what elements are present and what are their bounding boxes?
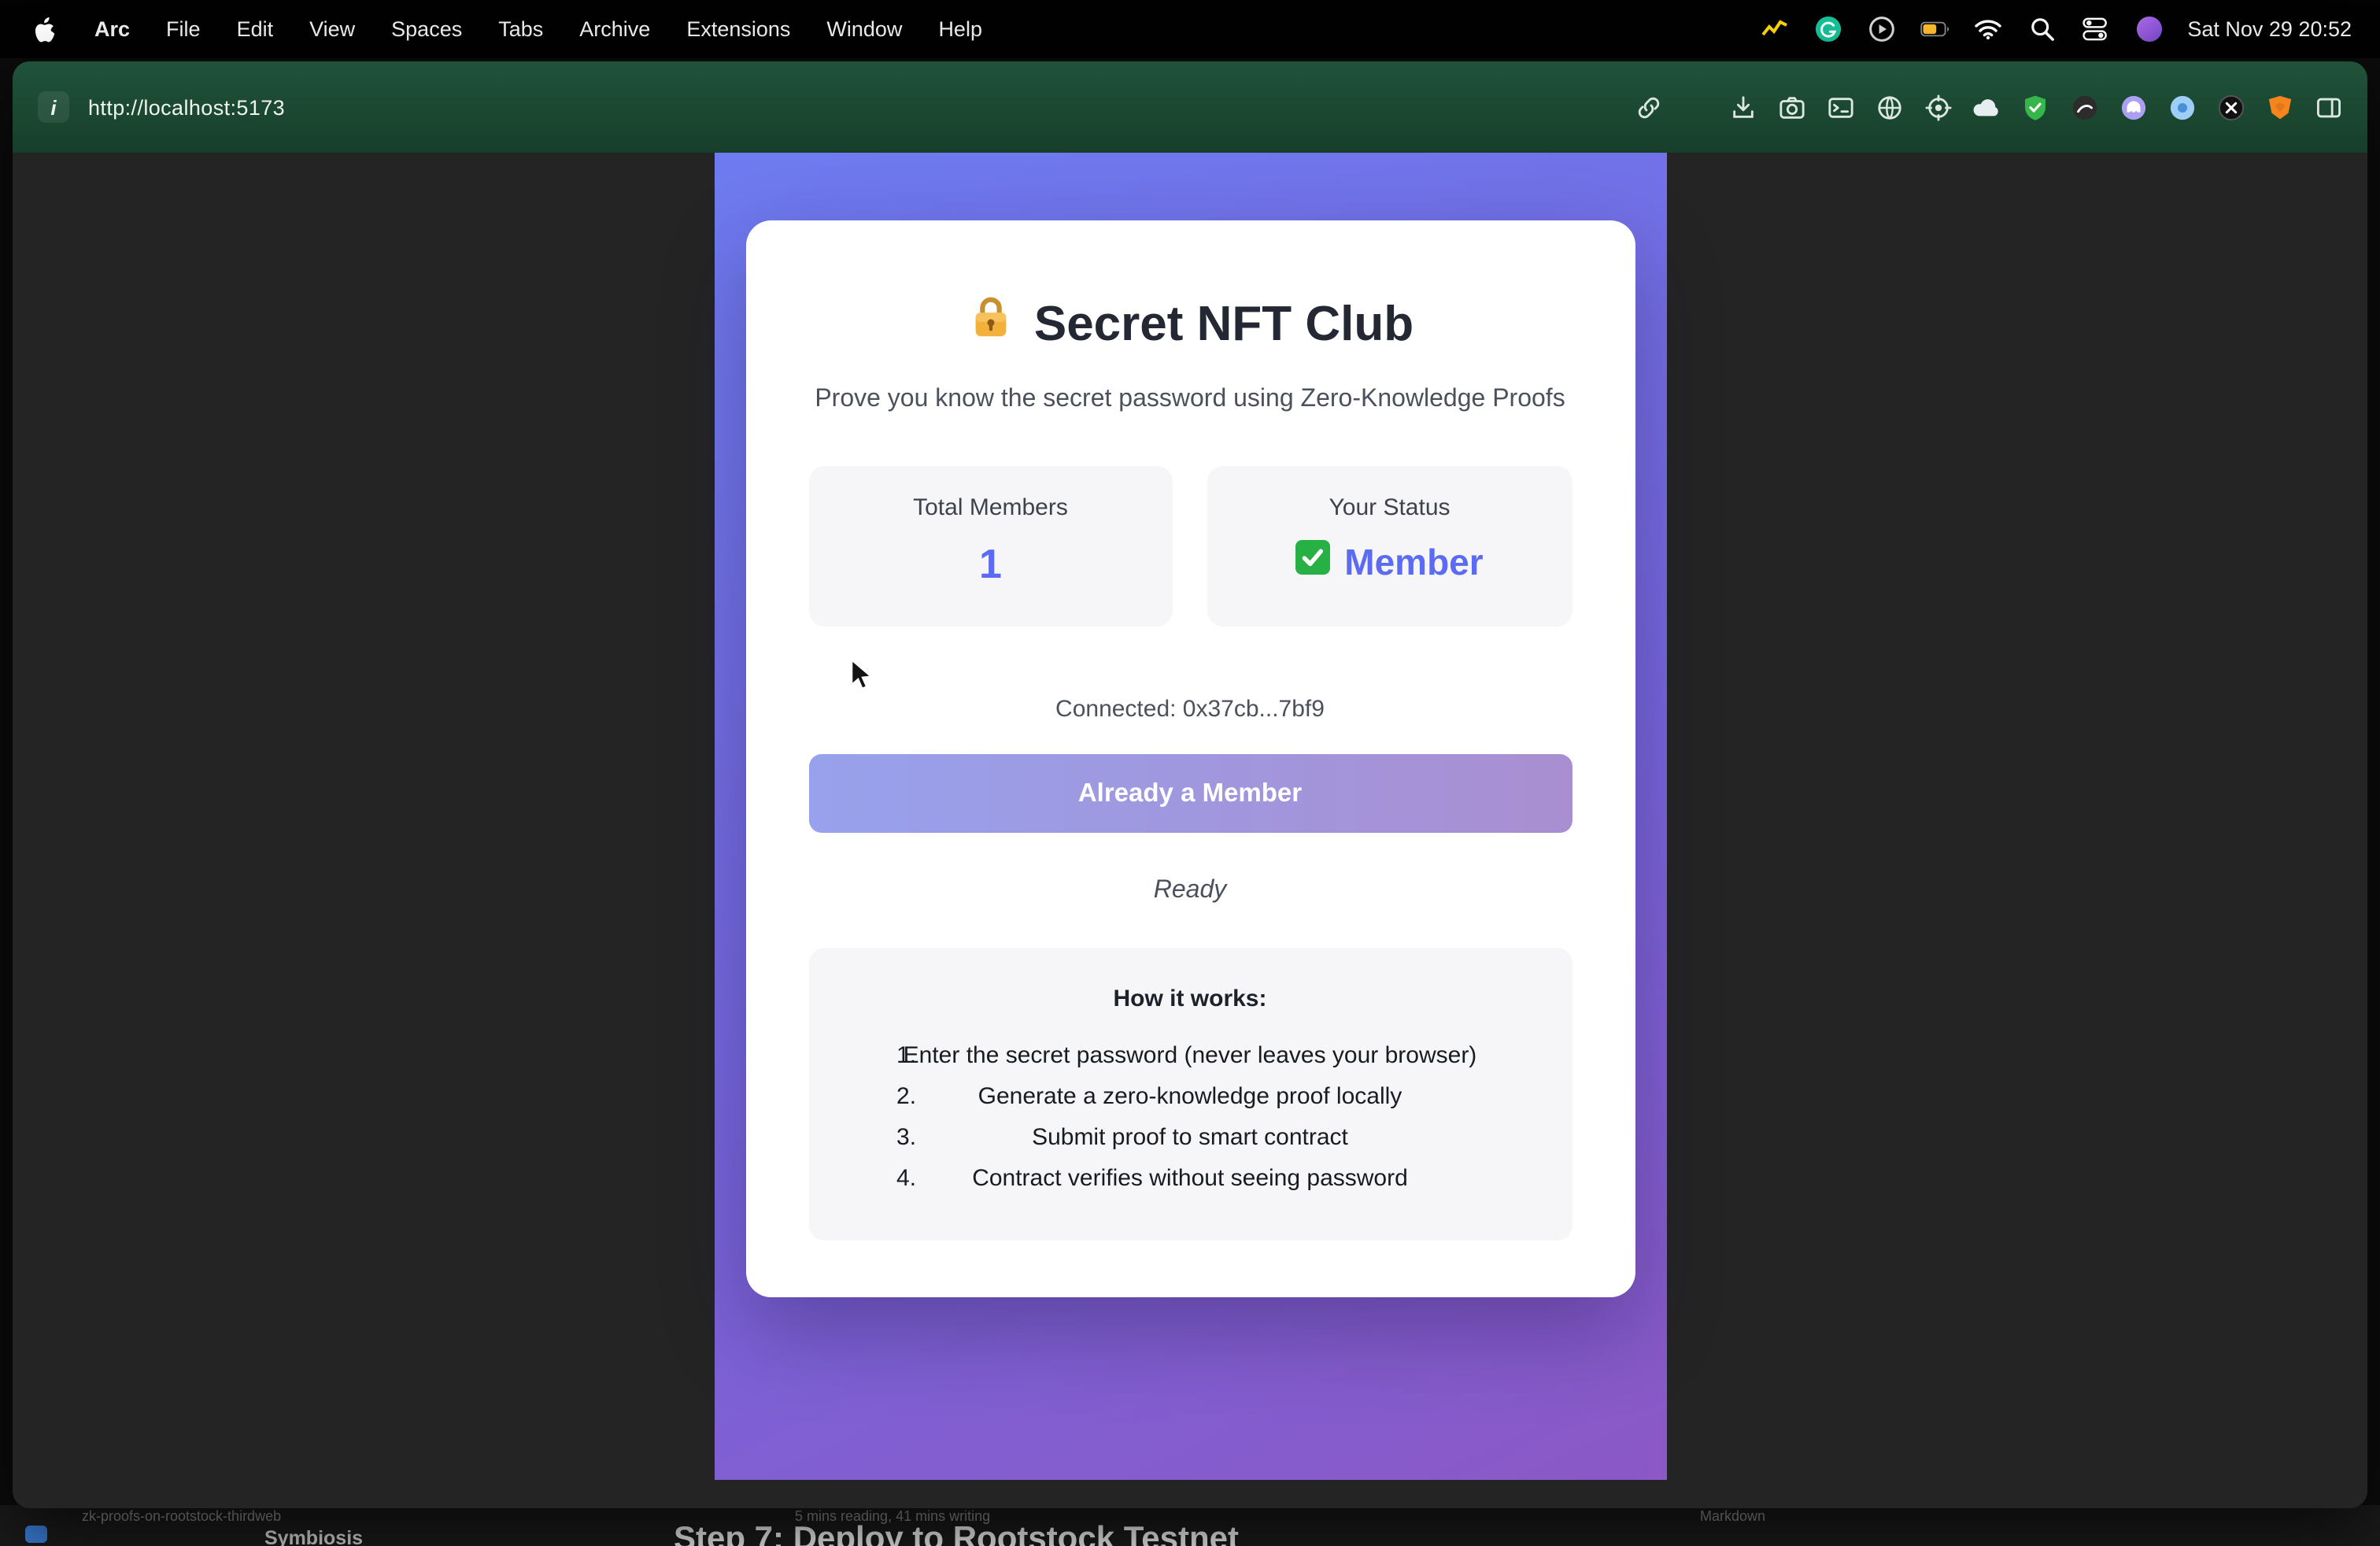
camera-icon[interactable]: [1777, 93, 1805, 121]
stat-label: Your Status: [1220, 494, 1559, 521]
total-members-value: 1: [821, 540, 1160, 589]
cloud-icon[interactable]: [1972, 93, 2001, 121]
list-item: Contract verifies without seeing passwor…: [837, 1159, 1543, 1200]
menu-item-window[interactable]: Window: [826, 17, 902, 41]
connected-wallet-text: Connected: 0x37cb...7bf9: [808, 696, 1572, 723]
target-icon[interactable]: [1924, 93, 1952, 121]
total-members-stat: Total Members 1: [808, 466, 1173, 627]
page-title: Secret NFT Club: [808, 293, 1572, 354]
link-icon[interactable]: [1634, 93, 1662, 121]
background-window[interactable]: zk-proofs-on-rootstock-thirdweb 5 mins r…: [0, 1505, 2380, 1546]
menu-item-file[interactable]: File: [166, 17, 201, 41]
menu-item-view[interactable]: View: [309, 17, 355, 41]
your-status-stat: Your Status Member: [1207, 466, 1572, 627]
background-tab-label[interactable]: Symbiosis: [264, 1527, 363, 1546]
status-fragment: Markdown: [1700, 1508, 1765, 1524]
document-icon: [25, 1526, 47, 1543]
desktop: zk-proofs-on-rootstock-thirdweb 5 mins r…: [0, 58, 2380, 1546]
member-status-text: Member: [1344, 541, 1483, 583]
page-subtitle: Prove you know the secret password using…: [808, 386, 1572, 414]
stats-row: Total Members 1 Your Status Member: [808, 466, 1572, 627]
browser-viewport: Secret NFT Club Prove you know the secre…: [13, 153, 2367, 1508]
macos-menu-bar: Arc File Edit View Spaces Tabs Archive E…: [0, 0, 2380, 58]
control-center-icon[interactable]: [2080, 14, 2110, 44]
terminal-icon[interactable]: [1826, 93, 1854, 121]
lock-emoji-icon: [966, 293, 1015, 354]
screen: Arc File Edit View Spaces Tabs Archive E…: [0, 0, 2380, 1546]
list-item: Submit proof to smart contract: [837, 1118, 1543, 1159]
how-it-works-box: How it works: Enter the secret password …: [808, 948, 1572, 1241]
menu-item-edit[interactable]: Edit: [237, 17, 274, 41]
green-check-icon: [1295, 540, 1330, 584]
list-item: Enter the secret password (never leaves …: [837, 1036, 1543, 1077]
search-icon[interactable]: [2027, 14, 2057, 44]
metamask-fox-icon[interactable]: [2265, 93, 2293, 121]
grammarly-icon[interactable]: [1813, 14, 1842, 44]
menu-item-arc[interactable]: Arc: [94, 17, 130, 41]
status-fragment: zk-proofs-on-rootstock-thirdweb: [82, 1508, 281, 1524]
menu-item-spaces[interactable]: Spaces: [391, 17, 462, 41]
profile-icon[interactable]: [2134, 14, 2164, 44]
browser-toolbar: i http://localhost:5173: [13, 61, 2367, 153]
blue-extension-icon[interactable]: [2168, 93, 2196, 121]
battery-icon[interactable]: [1920, 14, 1949, 44]
site-info-icon[interactable]: i: [38, 91, 69, 123]
arc-browser-window: i http://localhost:5173: [13, 61, 2367, 1508]
pen-icon[interactable]: [2070, 93, 2098, 121]
menu-item-archive[interactable]: Archive: [579, 17, 650, 41]
apple-menu-icon[interactable]: [28, 14, 58, 44]
list-item: Generate a zero-knowledge proof locally: [837, 1077, 1543, 1118]
background-doc-heading: Step 7: Deploy to Rootstock Testnet: [674, 1521, 1239, 1546]
phantom-ghost-icon[interactable]: [2119, 93, 2147, 121]
already-member-button[interactable]: Already a Member: [808, 754, 1572, 833]
member-status-value: Member: [1220, 540, 1559, 584]
stat-label: Total Members: [821, 494, 1160, 521]
play-circle-icon[interactable]: [1866, 14, 1896, 44]
how-it-works-title: How it works:: [837, 986, 1543, 1012]
globe-icon[interactable]: [1875, 93, 1903, 121]
menu-item-tabs[interactable]: Tabs: [498, 17, 543, 41]
how-it-works-list: Enter the secret password (never leaves …: [837, 1036, 1543, 1200]
secret-nft-club-card: Secret NFT Club Prove you know the secre…: [745, 220, 1635, 1297]
page-gradient-background: Secret NFT Club Prove you know the secre…: [714, 153, 1666, 1480]
shield-icon[interactable]: [2021, 93, 2049, 121]
address-bar[interactable]: http://localhost:5173: [88, 95, 285, 119]
menu-item-help[interactable]: Help: [938, 17, 982, 41]
menu-bar-clock[interactable]: Sat Nov 29 20:52: [2187, 17, 2352, 41]
sidebar-toggle-icon[interactable]: [2314, 93, 2342, 121]
x-circle-icon[interactable]: [2216, 93, 2245, 121]
wifi-icon[interactable]: [1973, 14, 2003, 44]
page-title-text: Secret NFT Club: [1034, 295, 1414, 352]
stocks-icon[interactable]: [1759, 14, 1789, 44]
menu-item-extensions[interactable]: Extensions: [686, 17, 790, 41]
status-text: Ready: [808, 877, 1572, 905]
download-icon[interactable]: [1728, 93, 1757, 121]
